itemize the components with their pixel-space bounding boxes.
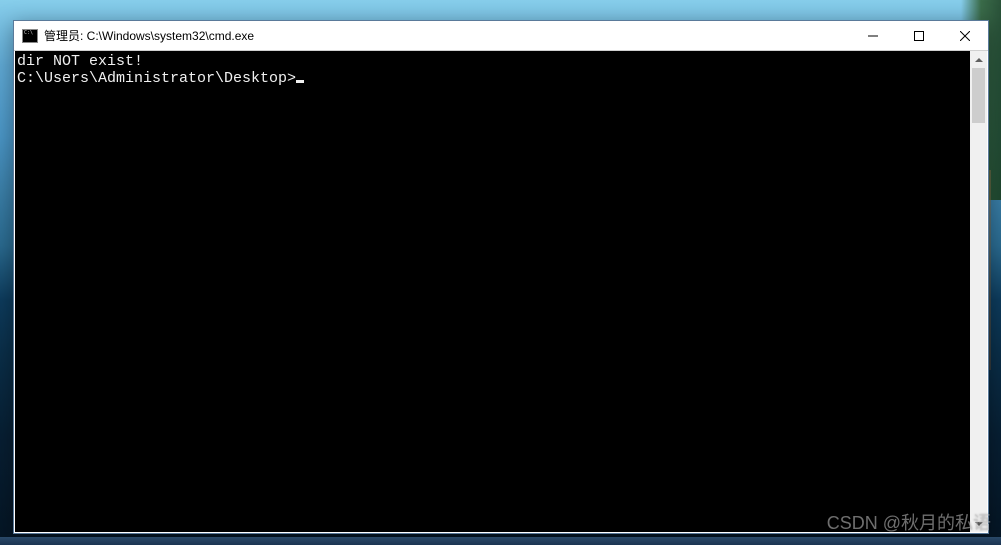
terminal-area[interactable]: dir NOT exist!C:\Users\Administrator\Des… xyxy=(14,51,988,533)
scrollbar-thumb[interactable] xyxy=(972,68,985,123)
terminal-content[interactable]: dir NOT exist!C:\Users\Administrator\Des… xyxy=(15,51,970,532)
scrollbar-track[interactable] xyxy=(970,68,987,515)
cmd-icon xyxy=(22,29,38,43)
terminal-line: dir NOT exist! xyxy=(17,53,970,70)
close-button[interactable] xyxy=(942,21,988,50)
cmd-window: 管理员: C:\Windows\system32\cmd.exe dir NO xyxy=(13,20,989,534)
scrollbar-up-button[interactable] xyxy=(970,51,987,68)
minimize-button[interactable] xyxy=(850,21,896,50)
scrollbar[interactable] xyxy=(970,51,987,532)
maximize-icon xyxy=(914,31,924,41)
window-title: 管理员: C:\Windows\system32\cmd.exe xyxy=(44,27,850,44)
chevron-down-icon xyxy=(975,522,983,526)
taskbar[interactable] xyxy=(0,537,1001,545)
terminal-prompt-line: C:\Users\Administrator\Desktop> xyxy=(17,70,970,87)
window-controls xyxy=(850,21,988,50)
maximize-button[interactable] xyxy=(896,21,942,50)
titlebar[interactable]: 管理员: C:\Windows\system32\cmd.exe xyxy=(14,21,988,51)
terminal-prompt: C:\Users\Administrator\Desktop> xyxy=(17,70,296,87)
minimize-icon xyxy=(868,31,878,41)
close-icon xyxy=(960,31,970,41)
terminal-cursor xyxy=(296,80,304,83)
chevron-up-icon xyxy=(975,58,983,62)
scrollbar-down-button[interactable] xyxy=(970,515,987,532)
